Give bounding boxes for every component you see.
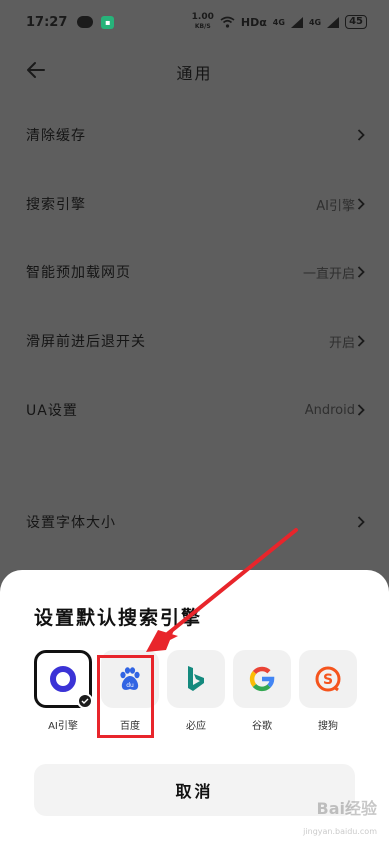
status-time: 17:27	[26, 14, 68, 30]
setting-clear-cache[interactable]: 清除缓存	[26, 120, 371, 150]
check-icon	[77, 693, 93, 709]
status-right: 1.00 KB/S HDα 4G 4G 45	[192, 13, 367, 31]
watermark-sub: jingyan.baidu.com	[303, 827, 377, 836]
engine-name: AI引擎	[48, 721, 78, 732]
bing-icon	[188, 666, 204, 691]
chevron-right-icon	[357, 129, 365, 141]
signal-2: 4G	[308, 17, 322, 27]
sheet-title: 设置默认搜索引擎	[34, 607, 203, 629]
page-title: 通用	[176, 64, 213, 83]
speed-value: 1.00	[191, 12, 214, 22]
engine-option-ai[interactable]: AI引擎	[34, 650, 93, 732]
annotation-highlight-box	[97, 655, 154, 738]
setting-label: 滑屏前进后退开关	[26, 334, 146, 350]
wifi-icon	[220, 16, 235, 28]
engine-tile[interactable]: S	[299, 650, 357, 708]
setting-label: UA设置	[26, 403, 78, 419]
signal-1: 4G	[272, 17, 285, 27]
network-speed: 1.00 KB/S	[192, 13, 214, 31]
engine-name: 谷歌	[252, 721, 272, 732]
app-notification-icon: ▪	[101, 15, 115, 29]
setting-label: 清除缓存	[26, 128, 86, 144]
setting-smart-preload[interactable]: 智能预加载网页 一直开启	[26, 257, 371, 287]
setting-label: 设置字体大小	[26, 515, 116, 531]
chevron-right-icon	[357, 266, 365, 278]
screen: 17:27 ▪ 1.00 KB/S HDα 4G 4G 45 通用 清除缓存 搜…	[0, 0, 389, 848]
engine-name: 必应	[186, 721, 206, 732]
engine-option-google[interactable]: 谷歌	[233, 650, 291, 732]
setting-value: 开启	[328, 335, 355, 351]
setting-value: 一直开启	[302, 266, 355, 282]
engine-tile[interactable]	[34, 650, 93, 709]
chevron-right-icon	[357, 198, 365, 210]
setting-swipe-navigation[interactable]: 滑屏前进后退开关 开启	[26, 326, 371, 356]
speed-unit: KB/S	[194, 23, 211, 30]
setting-ua[interactable]: UA设置 Android	[26, 395, 371, 425]
engine-name: 搜狗	[318, 721, 338, 732]
sogou-icon: S	[315, 666, 341, 692]
page-header: 通用	[0, 50, 389, 90]
engine-option-bing[interactable]: 必应	[167, 650, 225, 732]
svg-text:S: S	[323, 672, 333, 688]
hd-label: HDα	[240, 15, 267, 29]
chevron-right-icon	[357, 335, 365, 347]
chevron-right-icon	[357, 516, 365, 528]
setting-font-size[interactable]: 设置字体大小	[26, 507, 371, 537]
battery-indicator: 45	[345, 15, 367, 29]
wechat-icon	[77, 16, 94, 28]
engine-tile[interactable]	[167, 650, 225, 708]
chevron-right-icon	[357, 404, 365, 416]
status-bar: 17:27 ▪ 1.00 KB/S HDα 4G 4G 45	[0, 0, 389, 44]
signal-icon-2	[327, 16, 340, 28]
setting-label: 搜索引擎	[26, 197, 86, 213]
google-icon	[249, 666, 275, 692]
signal-icon	[290, 16, 303, 28]
ai-engine-icon	[50, 666, 76, 692]
engine-tile[interactable]	[233, 650, 291, 708]
watermark: Bai经验 jingyan.baidu.com	[277, 795, 377, 838]
setting-search-engine[interactable]: 搜索引擎 AI引擎	[26, 189, 371, 219]
setting-label: 智能预加载网页	[26, 265, 131, 281]
setting-value: AI引擎	[316, 198, 355, 214]
setting-value: Android	[304, 402, 355, 418]
engine-option-sogou[interactable]: S 搜狗	[299, 650, 357, 732]
watermark-text: Bai经验	[316, 799, 377, 818]
